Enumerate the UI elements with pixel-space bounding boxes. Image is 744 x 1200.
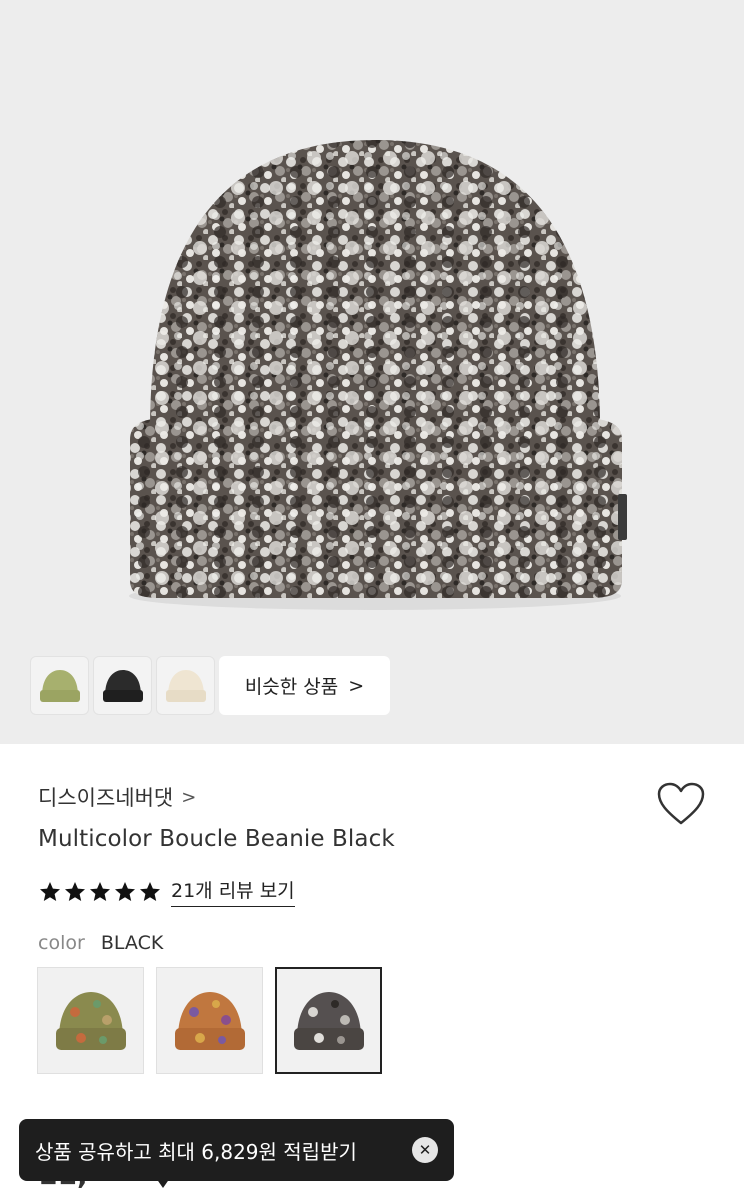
color-label: color — [38, 932, 85, 954]
beanie-icon — [102, 669, 143, 702]
color-option-black[interactable] — [275, 967, 382, 1074]
product-title: Multicolor Boucle Beanie Black — [38, 826, 395, 852]
color-option-orange[interactable] — [156, 967, 263, 1074]
color-options — [37, 967, 382, 1074]
similar-products-label: 비슷한 상품 — [244, 676, 339, 698]
beanie-icon — [55, 991, 126, 1050]
beanie-icon — [174, 991, 245, 1050]
heart-icon[interactable] — [656, 781, 706, 827]
color-value: BLACK — [100, 932, 164, 954]
color-thumbnails — [30, 656, 215, 715]
share-reward-toast[interactable]: 상품 공유하고 최대 6,829원 적립받기 ✕ — [19, 1119, 454, 1181]
beanie-icon — [39, 669, 80, 702]
star-icon — [140, 881, 160, 901]
color-selector-label: color BLACK — [38, 932, 163, 954]
thumbnail-cream[interactable] — [156, 656, 215, 715]
toast-message: 상품 공유하고 최대 6,829원 적립받기 — [35, 1139, 357, 1164]
star-icon — [40, 881, 60, 901]
chevron-right-icon: > — [348, 674, 365, 697]
product-photo — [129, 140, 627, 610]
chevron-right-icon: > — [181, 786, 197, 808]
rating-row: 21개 리뷰 보기 — [38, 876, 295, 907]
reviews-link[interactable]: 21개 리뷰 보기 — [171, 876, 295, 907]
thumbnail-black[interactable] — [93, 656, 152, 715]
brand-name: 디스이즈네버댓 — [38, 786, 174, 810]
color-option-green[interactable] — [37, 967, 144, 1074]
star-rating — [38, 880, 162, 904]
toast-pointer — [156, 1178, 170, 1188]
beanie-icon — [165, 669, 206, 702]
star-icon — [65, 881, 85, 901]
product-image-area: 비슷한 상품 > — [0, 0, 744, 744]
star-icon — [115, 881, 135, 901]
brand-link[interactable]: 디스이즈네버댓 > — [38, 782, 196, 812]
beanie-icon — [293, 991, 364, 1050]
star-icon — [90, 881, 110, 901]
thumbnail-olive[interactable] — [30, 656, 89, 715]
similar-products-button[interactable]: 비슷한 상품 > — [219, 656, 390, 715]
close-icon[interactable]: ✕ — [412, 1137, 438, 1163]
